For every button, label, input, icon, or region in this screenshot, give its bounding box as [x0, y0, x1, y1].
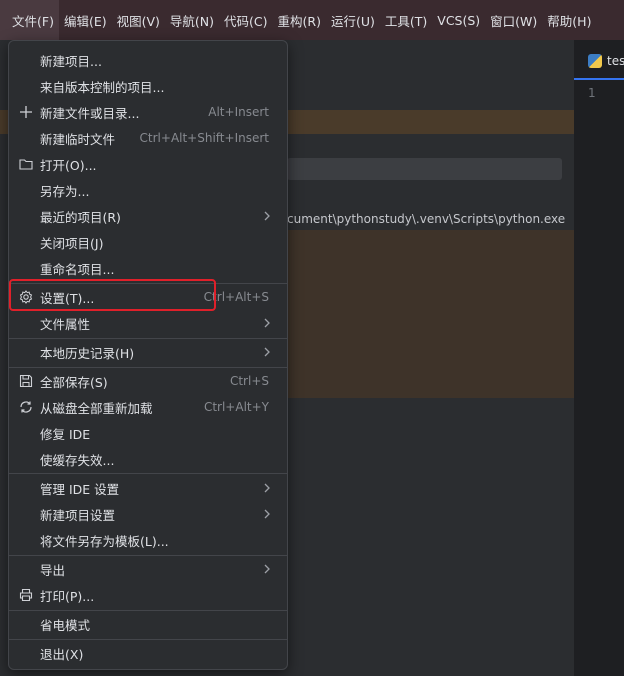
- menu-item-recent-projects[interactable]: 最近的项目(R): [9, 203, 287, 229]
- menu-item-close-project[interactable]: 关闭项目(J): [9, 229, 287, 255]
- settings-highlight-box: [9, 279, 216, 311]
- menu-item-label: 将文件另存为模板(L)...: [40, 533, 169, 549]
- menu-item-export[interactable]: 导出: [9, 556, 287, 582]
- menu-separator: [9, 473, 287, 474]
- menu-item-new-scratch[interactable]: 新建临时文件 Ctrl+Alt+Shift+Insert: [9, 125, 287, 151]
- menu-item-label: 新建临时文件: [40, 131, 116, 147]
- interpreter-path-text: cument\pythonstudy\.venv\Scripts\python.…: [287, 212, 566, 226]
- menu-item-reload-all[interactable]: 从磁盘全部重新加载 Ctrl+Alt+Y: [9, 394, 287, 420]
- menu-item-new-project[interactable]: 新建项目...: [9, 47, 287, 73]
- chevron-right-icon: [264, 318, 270, 328]
- printer-icon: [19, 588, 33, 602]
- menu-item-repair-ide[interactable]: 修复 IDE: [9, 420, 287, 446]
- chevron-right-icon: [264, 211, 270, 221]
- menu-item-label: 全部保存(S): [40, 374, 108, 390]
- menu-file[interactable]: 文件(F): [0, 0, 59, 40]
- menu-item-label: 打开(O)...: [40, 157, 97, 173]
- menu-item-shortcut: Ctrl+Alt+Shift+Insert: [139, 131, 269, 145]
- menu-item-label: 新建文件或目录...: [40, 105, 140, 121]
- menu-help[interactable]: 帮助(H): [542, 0, 596, 40]
- menu-edit[interactable]: 编辑(E): [59, 0, 112, 40]
- menu-item-new-file[interactable]: 新建文件或目录... Alt+Insert: [9, 99, 287, 125]
- background-input-field[interactable]: [287, 158, 562, 180]
- editor-area[interactable]: [574, 40, 624, 676]
- python-file-icon: [588, 54, 602, 68]
- line-number: 1: [588, 86, 596, 100]
- menu-item-label: 最近的项目(R): [40, 209, 121, 225]
- menu-navigate[interactable]: 导航(N): [165, 0, 219, 40]
- chevron-right-icon: [264, 483, 270, 493]
- menu-item-label: 省电模式: [40, 617, 91, 633]
- menu-code[interactable]: 代码(C): [219, 0, 272, 40]
- menu-vcs[interactable]: VCS(S): [432, 0, 485, 40]
- menu-item-label: 打印(P)...: [40, 588, 95, 604]
- menu-item-save-as-template[interactable]: 将文件另存为模板(L)...: [9, 527, 287, 553]
- refresh-icon: [20, 401, 32, 413]
- folder-icon: [19, 159, 33, 170]
- menu-item-label: 新建项目...: [40, 53, 102, 69]
- menu-item-file-properties[interactable]: 文件属性: [9, 310, 287, 336]
- menu-item-invalidate-caches[interactable]: 使缓存失效...: [9, 446, 287, 472]
- menu-tools[interactable]: 工具(T): [380, 0, 432, 40]
- menu-item-label: 从磁盘全部重新加载: [40, 400, 153, 416]
- menu-run[interactable]: 运行(U): [326, 0, 380, 40]
- menu-item-label: 管理 IDE 设置: [40, 481, 120, 497]
- menu-item-exit[interactable]: 退出(X): [9, 640, 287, 666]
- menu-view[interactable]: 视图(V): [112, 0, 165, 40]
- menu-item-from-vcs[interactable]: 来自版本控制的项目...: [9, 73, 287, 99]
- menu-item-local-history[interactable]: 本地历史记录(H): [9, 339, 287, 365]
- editor-tab-label: tes: [607, 54, 624, 68]
- main-menu-bar: 文件(F) 编辑(E) 视图(V) 导航(N) 代码(C) 重构(R) 运行(U…: [0, 0, 624, 40]
- menu-item-label: 来自版本控制的项目...: [40, 79, 165, 95]
- chevron-right-icon: [264, 347, 270, 357]
- menu-window[interactable]: 窗口(W): [485, 0, 542, 40]
- menu-item-label: 重命名项目...: [40, 261, 115, 277]
- chevron-right-icon: [264, 564, 270, 574]
- file-menu-dropdown: 新建项目... 来自版本控制的项目... 新建文件或目录... Alt+Inse…: [8, 40, 288, 670]
- plus-icon: [20, 106, 32, 118]
- save-icon: [19, 374, 33, 388]
- menu-item-label: 退出(X): [40, 646, 84, 662]
- menu-item-label: 导出: [40, 562, 66, 578]
- menu-item-print[interactable]: 打印(P)...: [9, 582, 287, 608]
- menu-item-save-all[interactable]: 全部保存(S) Ctrl+S: [9, 368, 287, 394]
- background-highlight-region: [287, 230, 574, 398]
- menu-item-power-save[interactable]: 省电模式: [9, 611, 287, 637]
- menu-item-label: 关闭项目(J): [40, 235, 104, 251]
- menu-refactor[interactable]: 重构(R): [273, 0, 326, 40]
- menu-item-label: 修复 IDE: [40, 426, 91, 442]
- menu-item-save-as[interactable]: 另存为...: [9, 177, 287, 203]
- menu-item-label: 另存为...: [40, 183, 90, 199]
- menu-item-shortcut: Ctrl+S: [229, 374, 269, 388]
- menu-item-rename-project[interactable]: 重命名项目...: [9, 255, 287, 281]
- menu-item-shortcut: Ctrl+Alt+Y: [203, 400, 269, 414]
- editor-tab[interactable]: tes: [574, 44, 624, 80]
- chevron-right-icon: [264, 509, 270, 519]
- menu-item-label: 使缓存失效...: [40, 452, 115, 468]
- menu-item-label: 新建项目设置: [40, 507, 116, 523]
- menu-item-shortcut: Alt+Insert: [208, 105, 269, 119]
- menu-item-manage-ide-settings[interactable]: 管理 IDE 设置: [9, 475, 287, 501]
- menu-item-open[interactable]: 打开(O)...: [9, 151, 287, 177]
- menu-item-label: 本地历史记录(H): [40, 345, 135, 361]
- menu-item-label: 文件属性: [40, 316, 91, 332]
- menu-item-new-project-settings[interactable]: 新建项目设置: [9, 501, 287, 527]
